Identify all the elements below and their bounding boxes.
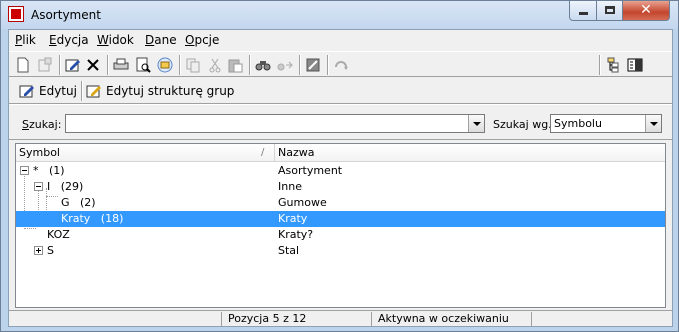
print-icon[interactable] (113, 57, 129, 73)
toolbar-separator (249, 55, 251, 75)
search-by-select[interactable]: Symbolu (550, 114, 662, 133)
panel-view-icon[interactable] (627, 57, 643, 73)
tree-row[interactable]: * (1) Asortyment (16, 163, 665, 179)
grid-header: Symbol / Nazwa (16, 144, 665, 162)
toolbar-separator (179, 55, 181, 75)
toolbar-separator (81, 81, 83, 101)
search-by-value: Symbolu (554, 117, 602, 130)
application-window: Asortyment ✕ Plik Edycja Widok Dane Opcj… (0, 0, 679, 332)
toolbar-separator (59, 55, 61, 75)
tree-row-selected[interactable]: Kraty (18) Kraty (16, 211, 665, 227)
edit-icon (19, 85, 34, 98)
title-bar[interactable]: Asortyment ✕ (1, 1, 678, 29)
menu-widok[interactable]: Widok (97, 33, 134, 47)
refresh-icon[interactable] (333, 57, 349, 73)
expand-icon[interactable] (34, 246, 43, 255)
tree-row[interactable]: G (2) Gumowe (16, 195, 665, 211)
toolbar-separator (107, 55, 109, 75)
status-panel-empty (9, 312, 221, 326)
app-icon[interactable] (8, 6, 24, 22)
status-panel-extra (531, 312, 672, 326)
status-position: Pozycja 5 z 12 (221, 312, 371, 326)
search-label: Szukaj: (22, 118, 62, 131)
maximize-button[interactable] (596, 1, 623, 21)
tree-view-icon[interactable] (605, 57, 621, 73)
search-by-dropdown-button[interactable] (645, 115, 661, 132)
status-bar: Pozycja 5 z 12 Aktywna w oczekiwaniu (9, 310, 672, 327)
assortment-tree-grid[interactable]: Symbol / Nazwa * (1) Asortyment I (29) I… (15, 143, 666, 308)
menu-opcje[interactable]: Opcje (185, 33, 219, 47)
secondary-toolbar: Edytuj Edytuj strukturę grup (9, 78, 672, 104)
copy-icon[interactable] (185, 57, 201, 73)
tree-row[interactable]: I (29) Inne (16, 179, 665, 195)
minimize-icon (579, 12, 588, 15)
toolbar-separator (327, 55, 329, 75)
new-document-icon[interactable] (15, 57, 31, 73)
delete-icon[interactable] (85, 57, 101, 73)
search-dropdown-button[interactable] (468, 115, 484, 132)
menu-bar: Plik Edycja Widok Dane Opcje (9, 30, 672, 50)
maximize-icon (605, 6, 615, 14)
bookmark-icon[interactable] (305, 57, 321, 73)
edit-group-structure-button[interactable]: Edytuj strukturę grup (86, 82, 246, 100)
toolbar-separator (599, 55, 601, 75)
menu-dane[interactable]: Dane (145, 33, 177, 47)
window-title: Asortyment (31, 8, 101, 22)
edit-button[interactable]: Edytuj (19, 82, 77, 100)
close-button[interactable]: ✕ (622, 1, 670, 21)
print-preview-icon[interactable] (135, 57, 151, 73)
client-area: Plik Edycja Widok Dane Opcje Edytuj Edyt… (8, 29, 673, 327)
menu-edycja[interactable]: Edycja (49, 33, 89, 47)
tree-row[interactable]: S Stal (16, 243, 665, 259)
find-icon[interactable] (255, 57, 271, 73)
paste-icon[interactable] (227, 57, 243, 73)
column-header-name[interactable]: Nazwa (278, 146, 314, 159)
search-by-label: Szukaj wg. (493, 118, 552, 131)
search-input[interactable] (65, 114, 485, 133)
edit-structure-icon (86, 85, 101, 98)
main-toolbar (9, 51, 672, 77)
toolbar-separator (299, 55, 301, 75)
collapse-icon[interactable] (20, 166, 29, 175)
sort-indicator-icon: / (261, 147, 265, 158)
minimize-button[interactable] (569, 1, 597, 21)
email-icon[interactable] (157, 57, 173, 73)
search-bar: Szukaj: Szukaj wg. Symbolu (9, 104, 672, 140)
tree-row[interactable]: KOZ Kraty? (16, 227, 665, 243)
collapse-icon[interactable] (34, 182, 43, 191)
column-header-symbol[interactable]: Symbol (19, 146, 60, 159)
menu-plik[interactable]: Plik (15, 33, 36, 47)
find-next-icon[interactable] (277, 57, 293, 73)
close-icon: ✕ (640, 2, 652, 18)
column-divider[interactable] (274, 144, 275, 161)
properties-icon[interactable] (37, 57, 53, 73)
cut-icon[interactable] (207, 57, 223, 73)
status-state: Aktywna w oczekiwaniu (371, 312, 531, 326)
edit-icon[interactable] (65, 57, 81, 73)
